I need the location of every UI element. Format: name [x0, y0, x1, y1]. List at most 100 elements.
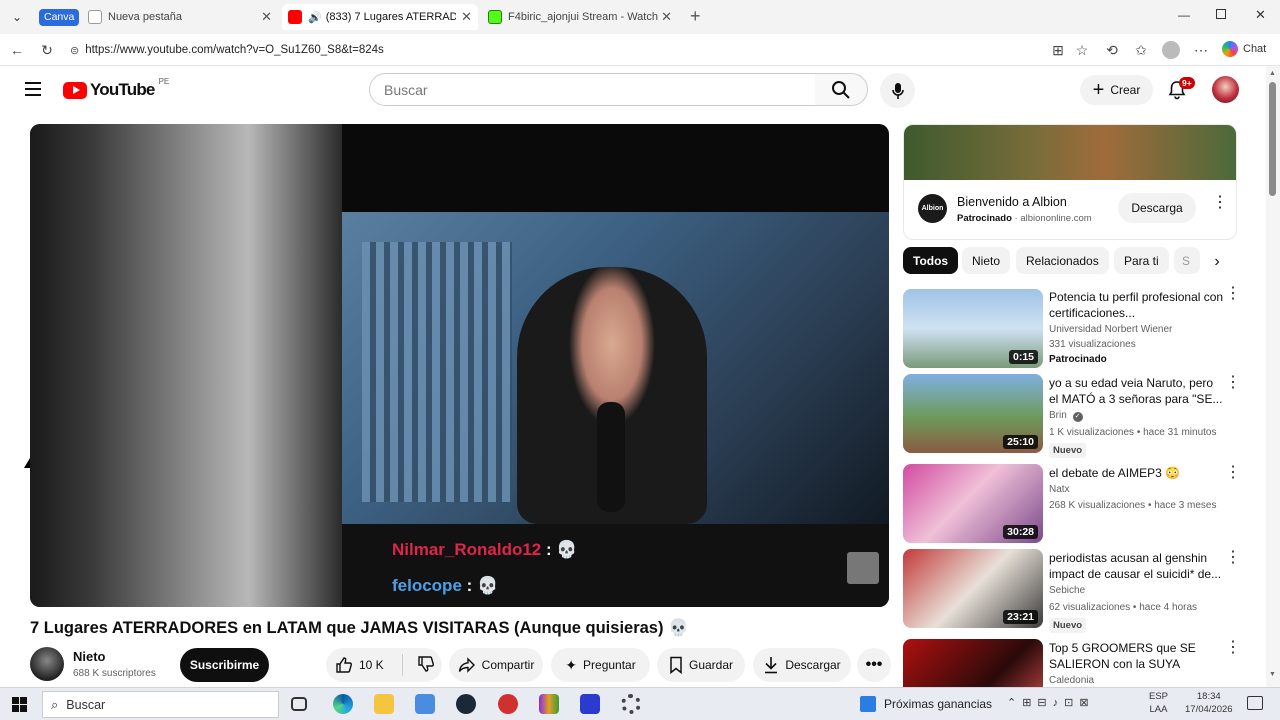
recommendation-title[interactable]: Top 5 GROOMERS que SE SALIERON con la SU… — [1049, 640, 1224, 672]
download-button[interactable]: Descargar — [753, 648, 851, 682]
ask-button[interactable]: ✦ Preguntar — [551, 648, 650, 682]
recommendation-channel[interactable]: Natx — [1049, 484, 1070, 495]
minimize-window-icon[interactable]: — — [1178, 8, 1190, 22]
tab-kick-stream[interactable]: F4biric_ajonjui Stream - Watch Live ✕ — [482, 4, 678, 30]
ad-download-button[interactable]: Descarga — [1118, 193, 1196, 223]
clock[interactable]: 18:34 17/04/2026 — [1185, 690, 1233, 716]
back-icon[interactable]: ← — [8, 42, 26, 60]
chat-text: : 💀 — [466, 576, 499, 595]
video-thumbnail[interactable]: 23:21 — [903, 549, 1043, 628]
recommendation-item[interactable]: 25:10 yo a su edad veia Naruto, pero el … — [903, 374, 1258, 458]
settings-gear-icon[interactable] — [621, 694, 641, 714]
speaker-icon[interactable]: 🔊 — [308, 11, 322, 24]
app-icon[interactable] — [498, 694, 518, 714]
microphone-icon — [891, 82, 904, 99]
recommendation-item[interactable]: 23:21 periodistas acusan al genshin impa… — [903, 549, 1258, 633]
task-view-icon[interactable] — [291, 697, 307, 711]
recommendation-channel[interactable]: Sebiche — [1049, 585, 1085, 596]
recommendation-item[interactable]: 0:15 Potencia tu perfil profesional con … — [903, 286, 1258, 369]
recommendation-item[interactable]: Top 5 GROOMERS que SE SALIERON con la SU… — [903, 639, 1258, 687]
video-player[interactable]: Nilmar_Ronaldo12 : 💀 felocope : 💀 — [30, 124, 889, 607]
share-button[interactable]: Compartir — [449, 648, 543, 682]
recommendation-channel[interactable]: Caledonia — [1049, 675, 1094, 686]
more-vertical-icon[interactable]: ⋮ — [1225, 640, 1241, 656]
edge-browser-icon[interactable] — [333, 694, 353, 714]
video-thumbnail[interactable]: 25:10 — [903, 374, 1043, 453]
chip-nieto[interactable]: Nieto — [962, 247, 1011, 274]
notifications-button[interactable]: 9+ — [1167, 77, 1195, 102]
recommendation-title[interactable]: Potencia tu perfil profesional con certi… — [1049, 289, 1224, 321]
close-tab-icon[interactable]: ✕ — [261, 9, 272, 25]
copilot-chat-button[interactable]: Chat — [1222, 41, 1266, 57]
tab-new-tab[interactable]: Nueva pestaña ✕ — [82, 4, 278, 30]
account-avatar[interactable] — [1212, 76, 1239, 103]
tab-actions-menu[interactable]: ⌄ — [8, 10, 26, 24]
favorite-star-icon[interactable]: ☆ — [1073, 42, 1091, 60]
video-thumbnail[interactable]: 30:28 — [903, 464, 1043, 543]
close-tab-icon[interactable]: ✕ — [461, 9, 472, 25]
page-scrollbar[interactable]: ▲ ▼ — [1266, 66, 1280, 687]
dislike-button[interactable] — [417, 655, 435, 676]
language-indicator[interactable]: ESP LAA — [1149, 690, 1168, 716]
ad-more-icon[interactable]: ⋮ — [1212, 195, 1228, 211]
recommendation-title[interactable]: periodistas acusan al genshin impact de … — [1049, 550, 1224, 582]
news-widget[interactable]: Próximas ganancias — [860, 696, 992, 712]
app-icon[interactable] — [415, 694, 435, 714]
more-vertical-icon[interactable]: ⋮ — [1225, 550, 1241, 566]
apps-grid-icon[interactable]: ⊞ — [1049, 42, 1067, 60]
steam-icon[interactable] — [456, 694, 476, 714]
file-explorer-icon[interactable] — [374, 694, 394, 714]
video-thumbnail[interactable]: 0:15 — [903, 289, 1043, 368]
site-info-icon[interactable]: ⊜ — [70, 44, 79, 57]
recommendation-title[interactable]: el debate de AIMEP3 😳 — [1049, 465, 1224, 481]
scrollbar-down-arrow[interactable]: ▼ — [1269, 671, 1276, 678]
like-button[interactable]: 10 K — [335, 656, 384, 674]
close-tab-icon[interactable]: ✕ — [661, 9, 672, 25]
system-tray-icons[interactable]: ⌃⊞⊟♪⊡⊠ — [1007, 696, 1095, 709]
profile-avatar[interactable] — [1162, 41, 1180, 59]
channel-avatar[interactable] — [30, 647, 64, 681]
subscribe-button[interactable]: Suscribirme — [180, 648, 269, 682]
video-thumbnail[interactable] — [903, 639, 1043, 687]
channel-name[interactable]: Nieto — [73, 649, 106, 664]
scrollbar-up-arrow[interactable]: ▲ — [1269, 70, 1276, 77]
youtube-logo[interactable]: YouTube PE — [63, 77, 169, 100]
more-vertical-icon[interactable]: ⋮ — [1225, 465, 1241, 481]
recommendation-channel[interactable]: Universidad Norbert Wiener — [1049, 324, 1172, 335]
new-tab-button[interactable]: + — [690, 6, 701, 27]
more-menu-icon[interactable]: ⋯ — [1192, 42, 1210, 60]
favorites-icon[interactable]: ✩ — [1132, 42, 1150, 60]
app-icon[interactable] — [580, 694, 600, 714]
chip-truncated[interactable]: S — [1174, 247, 1200, 274]
create-button[interactable]: + Crear — [1080, 75, 1153, 105]
more-actions-button[interactable]: ••• — [857, 648, 891, 682]
tab-group-canva[interactable]: Canva — [39, 9, 80, 26]
chevron-right-icon[interactable]: › — [1205, 250, 1229, 274]
reload-icon[interactable]: ↻ — [38, 42, 56, 60]
voice-search-button[interactable] — [880, 73, 915, 108]
maximize-window-icon[interactable] — [1216, 9, 1226, 19]
search-button[interactable] — [815, 73, 868, 106]
recommendation-channel[interactable]: Brin ✓ — [1049, 410, 1083, 422]
windows-start-icon[interactable] — [12, 697, 27, 712]
lang-layout: LAA — [1149, 704, 1168, 715]
extension-icon[interactable]: ⟲ — [1103, 42, 1121, 60]
chip-todos[interactable]: Todos — [903, 247, 959, 274]
close-window-icon[interactable]: ✕ — [1255, 7, 1266, 23]
search-input[interactable]: Buscar — [369, 73, 816, 106]
chip-para-ti[interactable]: Para ti — [1114, 247, 1169, 274]
recommendation-item[interactable]: 30:28 el debate de AIMEP3 😳 Natx 268 K v… — [903, 464, 1258, 544]
chip-relacionados[interactable]: Relacionados — [1016, 247, 1109, 274]
winrar-icon[interactable] — [539, 694, 559, 714]
taskbar-search-box[interactable]: ⌕ Buscar — [42, 691, 279, 718]
tab-youtube-video[interactable]: 🔊 (833) 7 Lugares ATERRADORE ✕ — [282, 4, 478, 30]
save-button[interactable]: Guardar — [657, 648, 745, 682]
more-vertical-icon[interactable]: ⋮ — [1225, 375, 1241, 391]
recommendation-title[interactable]: yo a su edad veia Naruto, pero el MATÓ a… — [1049, 375, 1224, 407]
address-bar[interactable]: ⊜ https://www.youtube.com/watch?v=O_Su1Z… — [62, 38, 1072, 62]
sponsored-ad-card[interactable]: Albion Bienvenido a Albion Patrocinado ·… — [903, 124, 1237, 240]
more-vertical-icon[interactable]: ⋮ — [1225, 286, 1241, 302]
notification-center-icon[interactable] — [1247, 696, 1263, 710]
scrollbar-thumb[interactable] — [1269, 82, 1276, 196]
hamburger-menu-icon[interactable] — [25, 82, 41, 96]
